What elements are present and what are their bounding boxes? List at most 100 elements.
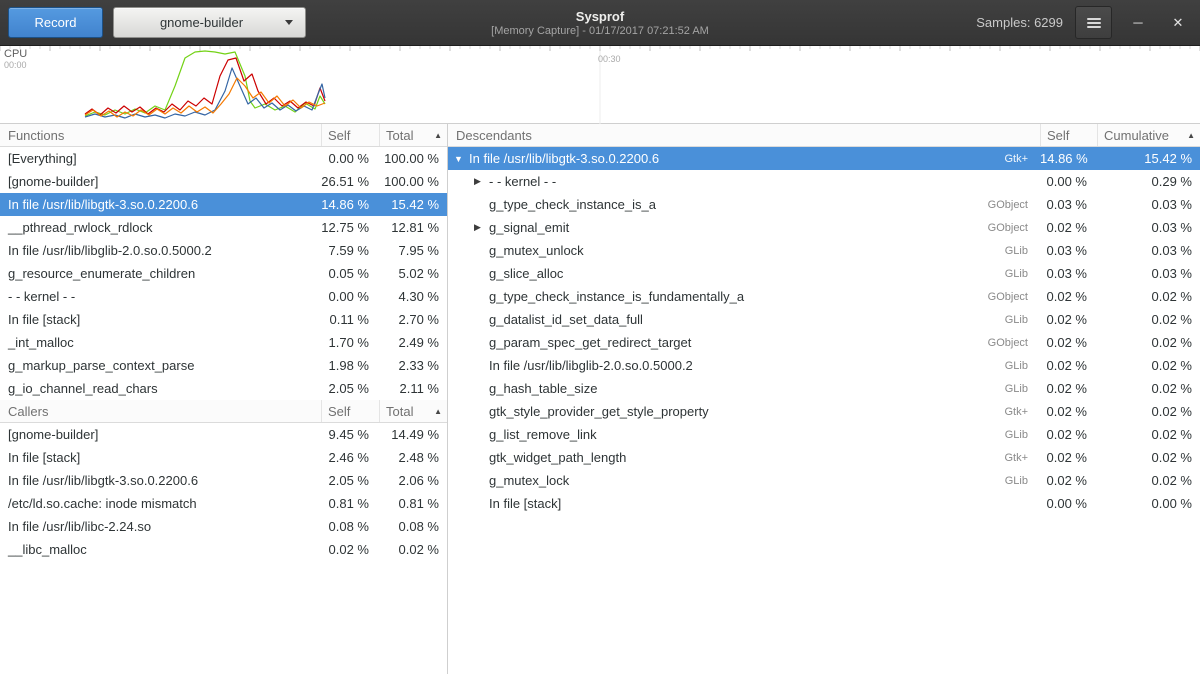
self-percent: 12.75 % <box>321 220 379 235</box>
table-row[interactable]: In file /usr/lib/libgtk-3.so.0.2200.62.0… <box>0 469 447 492</box>
tree-row[interactable]: gtk_widget_path_lengthGtk+0.02 %0.02 % <box>448 446 1200 469</box>
app-title: Sysprof <box>576 9 624 25</box>
function-name: [Everything] <box>0 151 321 166</box>
callers-total-column-header[interactable]: Total ▲ <box>379 400 447 422</box>
self-percent: 0.02 % <box>1040 312 1097 327</box>
tree-row[interactable]: g_type_check_instance_is_aGObject0.03 %0… <box>448 193 1200 216</box>
descendant-name: g_signal_emit <box>489 220 968 235</box>
functions-column-label: Functions <box>8 128 64 143</box>
table-row[interactable]: In file [stack]0.11 %2.70 % <box>0 308 447 331</box>
left-panel: Functions Self Total ▲ [Everything]0.00 … <box>0 124 448 674</box>
descendants-self-column-header[interactable]: Self <box>1040 124 1097 146</box>
total-percent: 12.81 % <box>379 220 447 235</box>
total-percent: 0.08 % <box>379 519 447 534</box>
self-percent: 0.02 % <box>1040 450 1097 465</box>
callers-header: Callers Self Total ▲ <box>0 400 447 423</box>
collapse-icon[interactable]: ▼ <box>454 154 469 164</box>
descendant-name: g_type_check_instance_is_a <box>489 197 968 212</box>
menu-button[interactable] <box>1075 6 1112 39</box>
self-column-label: Self <box>328 128 350 143</box>
callers-self-column-header[interactable]: Self <box>321 400 379 422</box>
tree-row[interactable]: g_param_spec_get_redirect_targetGObject0… <box>448 331 1200 354</box>
tree-row[interactable]: In file /usr/lib/libglib-2.0.so.0.5000.2… <box>448 354 1200 377</box>
minimize-button[interactable]: ─ <box>1124 9 1152 37</box>
table-row[interactable]: - - kernel - -0.00 %4.30 % <box>0 285 447 308</box>
descendant-name: g_type_check_instance_is_fundamentally_a <box>489 289 968 304</box>
self-percent: 0.02 % <box>1040 289 1097 304</box>
process-selector-dropdown[interactable]: gnome-builder <box>113 7 306 38</box>
right-panel: Descendants Self Cumulative ▲ ▼In file /… <box>448 124 1200 674</box>
total-percent: 4.30 % <box>379 289 447 304</box>
table-row[interactable]: [gnome-builder]9.45 %14.49 % <box>0 423 447 446</box>
cumulative-percent: 0.02 % <box>1097 404 1200 419</box>
library-category: GLib <box>968 360 1040 372</box>
table-row[interactable]: _int_malloc1.70 %2.49 % <box>0 331 447 354</box>
tree-row[interactable]: In file [stack]0.00 %0.00 % <box>448 492 1200 515</box>
table-row[interactable]: [Everything]0.00 %100.00 % <box>0 147 447 170</box>
expand-icon[interactable]: ▶ <box>474 176 489 187</box>
self-percent: 0.03 % <box>1040 266 1097 281</box>
headerbar-right: Samples: 6299 ─ ✕ <box>976 6 1192 39</box>
table-row[interactable]: In file [stack]2.46 %2.48 % <box>0 446 447 469</box>
table-row[interactable]: [gnome-builder]26.51 %100.00 % <box>0 170 447 193</box>
tree-row[interactable]: ▶g_signal_emitGObject0.02 %0.03 % <box>448 216 1200 239</box>
table-row[interactable]: g_resource_enumerate_children0.05 %5.02 … <box>0 262 447 285</box>
library-category: Gtk+ <box>968 153 1040 165</box>
self-percent: 0.81 % <box>321 496 379 511</box>
close-button[interactable]: ✕ <box>1164 9 1192 37</box>
tree-row[interactable]: g_list_remove_linkGLib0.02 %0.02 % <box>448 423 1200 446</box>
function-name: g_io_channel_read_chars <box>0 381 321 396</box>
self-percent: 1.70 % <box>321 335 379 350</box>
table-row[interactable]: /etc/ld.so.cache: inode mismatch0.81 %0.… <box>0 492 447 515</box>
self-percent: 0.11 % <box>321 312 379 327</box>
self-percent: 0.02 % <box>1040 381 1097 396</box>
self-percent: 2.05 % <box>321 473 379 488</box>
function-name: In file /usr/lib/libglib-2.0.so.0.5000.2 <box>0 243 321 258</box>
tree-row[interactable]: g_mutex_lockGLib0.02 %0.02 % <box>448 469 1200 492</box>
total-percent: 2.70 % <box>379 312 447 327</box>
table-row[interactable]: g_markup_parse_context_parse1.98 %2.33 % <box>0 354 447 377</box>
record-button[interactable]: Record <box>8 7 103 38</box>
expand-icon[interactable]: ▶ <box>474 222 489 233</box>
library-category: GLib <box>968 429 1040 441</box>
self-percent: 0.02 % <box>1040 335 1097 350</box>
tree-row[interactable]: ▶- - kernel - -0.00 %0.29 % <box>448 170 1200 193</box>
time-label-mid: 00:30 <box>598 54 621 64</box>
tree-row[interactable]: g_datalist_id_set_data_fullGLib0.02 %0.0… <box>448 308 1200 331</box>
cpu-graph[interactable]: CPU 00:00 00:30 <box>0 46 1200 124</box>
cumulative-column-header[interactable]: Cumulative ▲ <box>1097 124 1200 146</box>
tree-row[interactable]: g_mutex_unlockGLib0.03 %0.03 % <box>448 239 1200 262</box>
table-row[interactable]: __libc_malloc0.02 %0.02 % <box>0 538 447 561</box>
tree-row[interactable]: g_hash_table_sizeGLib0.02 %0.02 % <box>448 377 1200 400</box>
tree-row[interactable]: g_type_check_instance_is_fundamentally_a… <box>448 285 1200 308</box>
total-percent: 100.00 % <box>379 151 447 166</box>
sysprof-window: Record gnome-builder Sysprof [Memory Cap… <box>0 0 1200 675</box>
functions-column-header[interactable]: Functions <box>0 124 321 146</box>
self-percent: 0.02 % <box>1040 220 1097 235</box>
self-column-header[interactable]: Self <box>321 124 379 146</box>
descendants-column-header[interactable]: Descendants <box>448 124 1040 146</box>
table-row[interactable]: In file /usr/lib/libgtk-3.so.0.2200.614.… <box>0 193 447 216</box>
tree-row[interactable]: ▼In file /usr/lib/libgtk-3.so.0.2200.6Gt… <box>448 147 1200 170</box>
tree-row[interactable]: g_slice_allocGLib0.03 %0.03 % <box>448 262 1200 285</box>
function-name: _int_malloc <box>0 335 321 350</box>
library-category: GObject <box>968 291 1040 303</box>
chevron-down-icon <box>285 20 293 25</box>
self-percent: 0.02 % <box>321 542 379 557</box>
tree-row[interactable]: gtk_style_provider_get_style_propertyGtk… <box>448 400 1200 423</box>
table-row[interactable]: __pthread_rwlock_rdlock12.75 %12.81 % <box>0 216 447 239</box>
sort-ascending-icon: ▲ <box>434 407 442 416</box>
table-row[interactable]: In file /usr/lib/libc-2.24.so0.08 %0.08 … <box>0 515 447 538</box>
library-category: Gtk+ <box>968 406 1040 418</box>
descendants-header: Descendants Self Cumulative ▲ <box>448 124 1200 147</box>
total-column-header[interactable]: Total ▲ <box>379 124 447 146</box>
table-row[interactable]: g_io_channel_read_chars2.05 %2.11 % <box>0 377 447 400</box>
app-subtitle: [Memory Capture] - 01/17/2017 07:21:52 A… <box>491 25 709 38</box>
table-row[interactable]: In file /usr/lib/libglib-2.0.so.0.5000.2… <box>0 239 447 262</box>
cumulative-percent: 0.02 % <box>1097 358 1200 373</box>
callers-table: [gnome-builder]9.45 %14.49 %In file [sta… <box>0 423 447 561</box>
callers-column-header[interactable]: Callers <box>0 400 321 422</box>
hamburger-icon <box>1087 16 1101 30</box>
descendant-name: - - kernel - - <box>489 174 968 189</box>
descendant-name: gtk_widget_path_length <box>489 450 968 465</box>
